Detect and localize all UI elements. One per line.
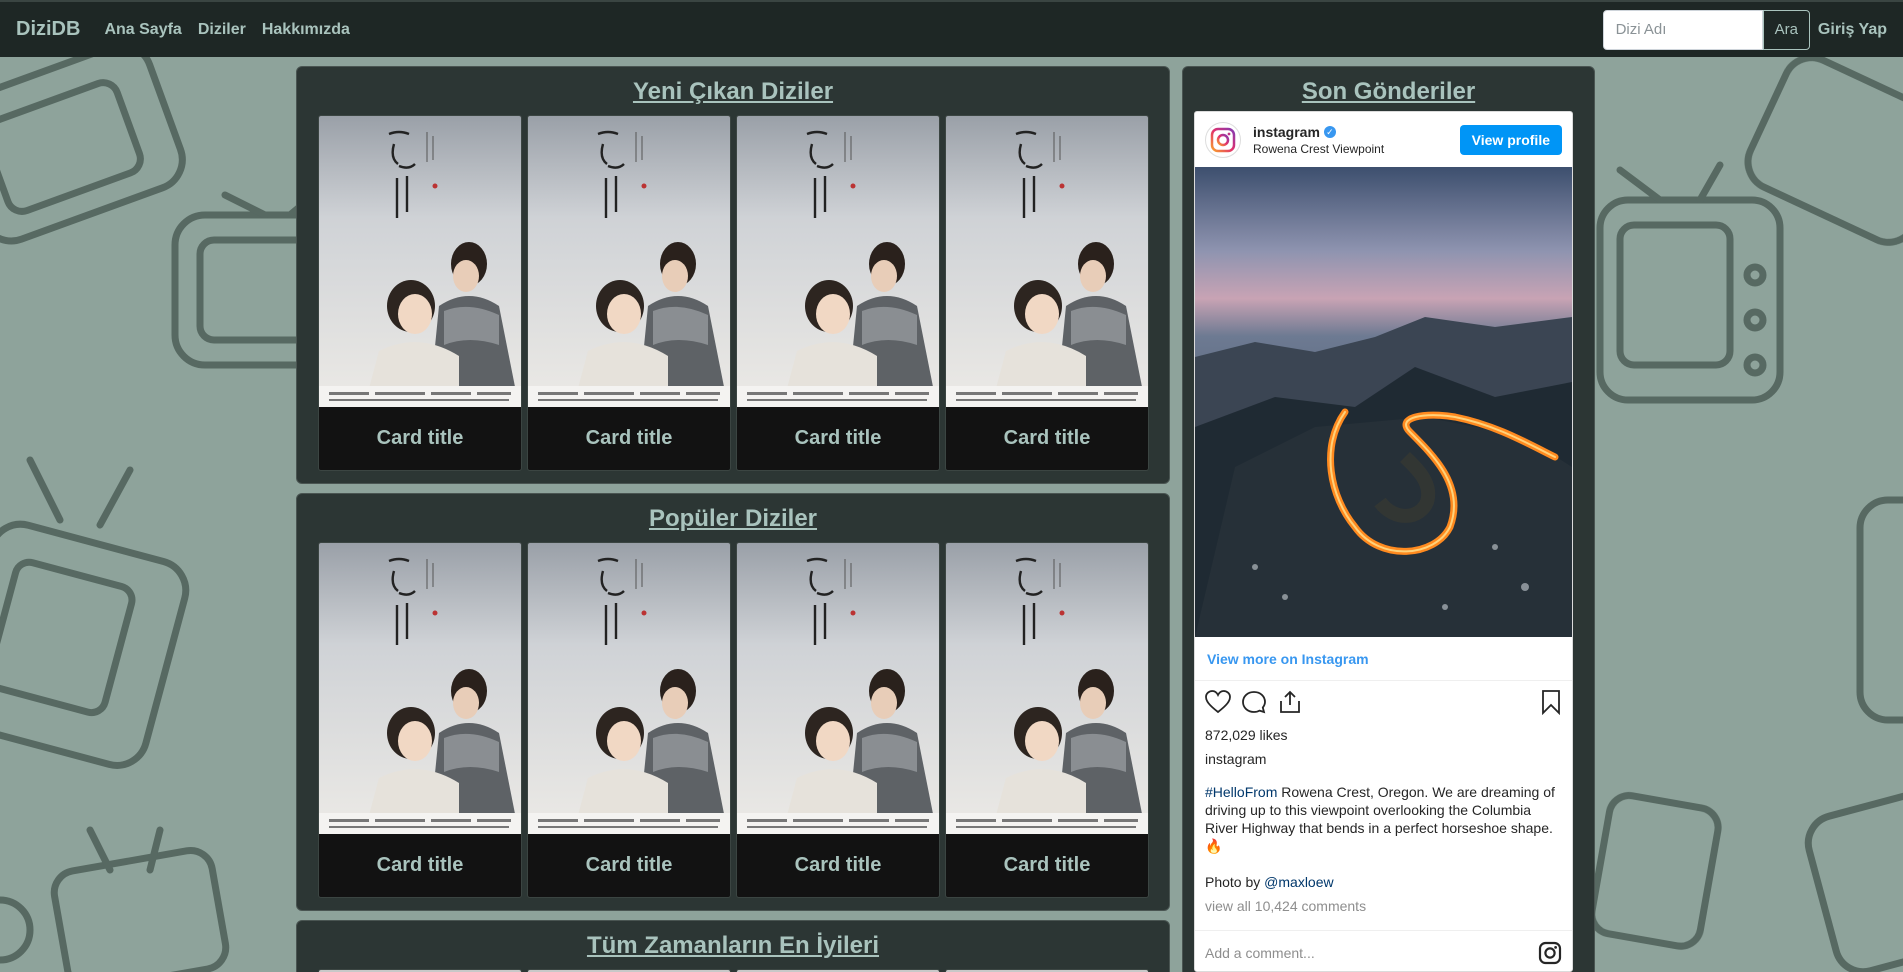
- series-card[interactable]: Card title: [318, 542, 522, 898]
- series-poster-image: [737, 543, 939, 834]
- series-poster-image: [528, 543, 730, 834]
- search-form: Ara Giriş Yap: [1602, 9, 1887, 50]
- card-title: Card title: [585, 427, 673, 449]
- search-input[interactable]: [1602, 9, 1763, 50]
- verified-badge-icon: ✓: [1323, 126, 1336, 139]
- login-link[interactable]: Giriş Yap: [1818, 21, 1887, 39]
- card-title: Card title: [794, 854, 882, 876]
- share-icon[interactable]: [1277, 690, 1303, 714]
- bookmark-icon[interactable]: [1540, 689, 1562, 715]
- search-button[interactable]: Ara: [1762, 9, 1810, 50]
- heart-icon[interactable]: [1205, 690, 1231, 714]
- section-new-series: Yeni Çıkan Diziler Card title Card title…: [296, 66, 1170, 484]
- series-poster-image: [319, 543, 521, 834]
- section-title-new-series[interactable]: Yeni Çıkan Diziler: [297, 77, 1169, 107]
- series-card[interactable]: Card title: [736, 542, 940, 898]
- top-navbar: DiziDB Ana Sayfa Diziler Hakkımızda Ara …: [0, 0, 1903, 57]
- view-profile-button[interactable]: View profile: [1459, 124, 1562, 155]
- brand-logo-link[interactable]: DiziDB: [16, 18, 80, 41]
- series-card[interactable]: Card title: [318, 115, 522, 471]
- series-card[interactable]: Card title: [527, 542, 731, 898]
- likes-count: 872,029 likes: [1205, 727, 1288, 743]
- add-comment-bar: Add a comment...: [1195, 930, 1572, 972]
- caption-username[interactable]: instagram: [1195, 747, 1572, 771]
- section-title-all-time-best[interactable]: Tüm Zamanların En İyileri: [297, 931, 1169, 961]
- instagram-actions: [1195, 681, 1572, 723]
- photographer-handle-link[interactable]: @maxloew: [1264, 874, 1333, 890]
- section-popular-series: Popüler Diziler Card title Card title Ca…: [296, 493, 1170, 911]
- post-caption: #HelloFrom Rowena Crest, Oregon. We are …: [1195, 771, 1572, 855]
- card-title: Card title: [794, 427, 882, 449]
- instagram-location[interactable]: Rowena Crest Viewpoint: [1253, 142, 1384, 156]
- card-title: Card title: [585, 854, 673, 876]
- nav-link-home[interactable]: Ana Sayfa: [104, 21, 181, 39]
- nav-link-about[interactable]: Hakkımızda: [262, 21, 350, 39]
- card-title: Card title: [376, 427, 464, 449]
- photo-by-label: Photo by: [1205, 874, 1265, 890]
- photo-credit: Photo by @maxloew: [1195, 855, 1572, 891]
- add-comment-input[interactable]: Add a comment...: [1205, 945, 1315, 961]
- section-title-popular-series[interactable]: Popüler Diziler: [297, 504, 1169, 534]
- instagram-post-image[interactable]: [1195, 167, 1572, 637]
- series-poster-image: [737, 116, 939, 407]
- nav-link-series[interactable]: Diziler: [198, 21, 246, 39]
- series-poster-image: [528, 116, 730, 407]
- series-card[interactable]: Card title: [736, 115, 940, 471]
- instagram-logo-icon: [1210, 127, 1236, 152]
- instagram-avatar[interactable]: [1205, 121, 1241, 158]
- series-card[interactable]: Card title: [945, 115, 1149, 471]
- hashtag-link[interactable]: #HelloFrom: [1205, 784, 1277, 800]
- instagram-embed: instagram ✓ Rowena Crest Viewpoint View p…: [1194, 111, 1573, 972]
- view-all-comments-link[interactable]: view all 10,424 comments: [1195, 891, 1572, 915]
- instagram-username[interactable]: instagram: [1253, 124, 1320, 140]
- card-title: Card title: [1003, 854, 1091, 876]
- series-poster-image: [946, 116, 1148, 407]
- section-all-time-best: Tüm Zamanların En İyileri: [296, 920, 1170, 972]
- comment-icon[interactable]: [1241, 690, 1267, 714]
- sidebar-title[interactable]: Son Gönderiler: [1183, 77, 1594, 107]
- series-card[interactable]: Card title: [945, 542, 1149, 898]
- series-poster-image: [946, 543, 1148, 834]
- series-card[interactable]: Card title: [527, 115, 731, 471]
- view-more-on-instagram-link[interactable]: View more on Instagram: [1195, 637, 1572, 681]
- instagram-glyph-icon[interactable]: [1538, 941, 1562, 965]
- card-title: Card title: [376, 854, 464, 876]
- instagram-header: instagram ✓ Rowena Crest Viewpoint View p…: [1195, 112, 1572, 167]
- card-title: Card title: [1003, 427, 1091, 449]
- series-poster-image: [319, 116, 521, 407]
